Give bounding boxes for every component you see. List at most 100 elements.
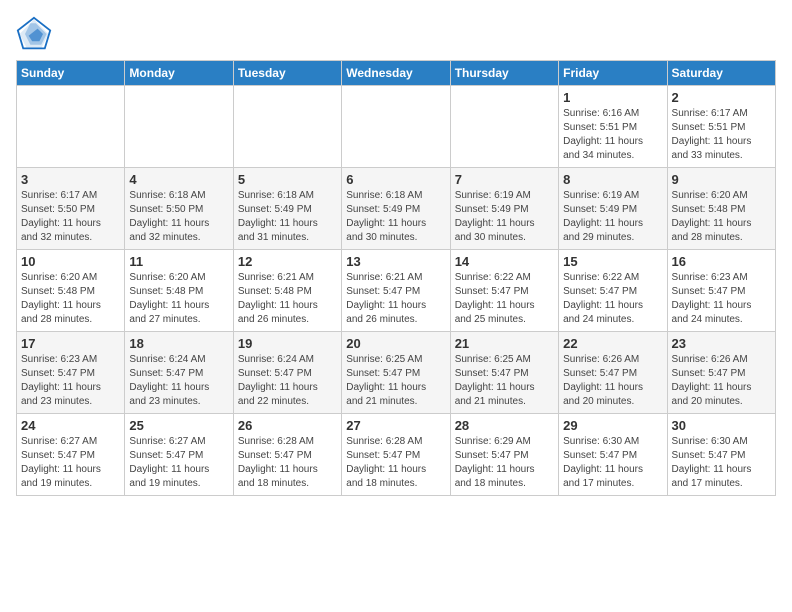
table-row: [342, 86, 450, 168]
col-header-monday: Monday: [125, 61, 233, 86]
day-number: 24: [21, 418, 120, 433]
day-number: 29: [563, 418, 662, 433]
table-row: 1 Sunrise: 6:16 AM Sunset: 5:51 PM Daylig…: [559, 86, 667, 168]
table-row: 21 Sunrise: 6:25 AM Sunset: 5:47 PM Dayli…: [450, 332, 558, 414]
day-info: Sunrise: 6:29 AM Sunset: 5:47 PM Dayligh…: [455, 435, 554, 491]
day-number: 10: [21, 254, 120, 269]
table-row: 23 Sunrise: 6:26 AM Sunset: 5:47 PM Dayli…: [667, 332, 775, 414]
day-number: 30: [672, 418, 771, 433]
table-row: 27 Sunrise: 6:28 AM Sunset: 5:47 PM Dayli…: [342, 414, 450, 496]
day-info: Sunrise: 6:21 AM Sunset: 5:48 PM Dayligh…: [238, 271, 337, 327]
col-header-thursday: Thursday: [450, 61, 558, 86]
day-info: Sunrise: 6:26 AM Sunset: 5:47 PM Dayligh…: [563, 353, 662, 409]
logo: [16, 16, 56, 52]
table-row: 8 Sunrise: 6:19 AM Sunset: 5:49 PM Daylig…: [559, 168, 667, 250]
table-row: 19 Sunrise: 6:24 AM Sunset: 5:47 PM Dayli…: [233, 332, 341, 414]
table-row: [233, 86, 341, 168]
day-number: 1: [563, 90, 662, 105]
table-row: 29 Sunrise: 6:30 AM Sunset: 5:47 PM Dayli…: [559, 414, 667, 496]
day-number: 25: [129, 418, 228, 433]
table-row: [450, 86, 558, 168]
day-info: Sunrise: 6:17 AM Sunset: 5:51 PM Dayligh…: [672, 107, 771, 163]
day-number: 2: [672, 90, 771, 105]
day-number: 23: [672, 336, 771, 351]
day-number: 7: [455, 172, 554, 187]
day-info: Sunrise: 6:24 AM Sunset: 5:47 PM Dayligh…: [238, 353, 337, 409]
day-info: Sunrise: 6:18 AM Sunset: 5:49 PM Dayligh…: [346, 189, 445, 245]
day-number: 3: [21, 172, 120, 187]
day-info: Sunrise: 6:22 AM Sunset: 5:47 PM Dayligh…: [563, 271, 662, 327]
day-info: Sunrise: 6:16 AM Sunset: 5:51 PM Dayligh…: [563, 107, 662, 163]
day-info: Sunrise: 6:26 AM Sunset: 5:47 PM Dayligh…: [672, 353, 771, 409]
day-info: Sunrise: 6:28 AM Sunset: 5:47 PM Dayligh…: [238, 435, 337, 491]
day-info: Sunrise: 6:18 AM Sunset: 5:50 PM Dayligh…: [129, 189, 228, 245]
day-number: 16: [672, 254, 771, 269]
table-row: 11 Sunrise: 6:20 AM Sunset: 5:48 PM Dayli…: [125, 250, 233, 332]
table-row: 9 Sunrise: 6:20 AM Sunset: 5:48 PM Daylig…: [667, 168, 775, 250]
calendar-table: SundayMondayTuesdayWednesdayThursdayFrid…: [16, 60, 776, 496]
day-number: 14: [455, 254, 554, 269]
table-row: 14 Sunrise: 6:22 AM Sunset: 5:47 PM Dayli…: [450, 250, 558, 332]
table-row: 17Sunrise: 6:23 AM Sunset: 5:47 PM Dayli…: [17, 332, 125, 414]
table-row: 12 Sunrise: 6:21 AM Sunset: 5:48 PM Dayli…: [233, 250, 341, 332]
table-row: 3 Sunrise: 6:17 AM Sunset: 5:50 PM Daylig…: [17, 168, 125, 250]
day-info: Sunrise: 6:23 AM Sunset: 5:47 PM Dayligh…: [21, 353, 120, 409]
table-row: [17, 86, 125, 168]
table-row: 20 Sunrise: 6:25 AM Sunset: 5:47 PM Dayli…: [342, 332, 450, 414]
table-row: 18Sunrise: 6:24 AM Sunset: 5:47 PM Dayli…: [125, 332, 233, 414]
day-number: 8: [563, 172, 662, 187]
col-header-sunday: Sunday: [17, 61, 125, 86]
day-info: Sunrise: 6:20 AM Sunset: 5:48 PM Dayligh…: [672, 189, 771, 245]
day-number: 20: [346, 336, 445, 351]
day-info: Sunrise: 6:19 AM Sunset: 5:49 PM Dayligh…: [455, 189, 554, 245]
day-number: 19: [238, 336, 337, 351]
day-info: Sunrise: 6:18 AM Sunset: 5:49 PM Dayligh…: [238, 189, 337, 245]
day-number: 26: [238, 418, 337, 433]
day-number: 4: [129, 172, 228, 187]
day-number: 27: [346, 418, 445, 433]
day-info: Sunrise: 6:27 AM Sunset: 5:47 PM Dayligh…: [21, 435, 120, 491]
table-row: 13Sunrise: 6:21 AM Sunset: 5:47 PM Dayli…: [342, 250, 450, 332]
table-row: 4 Sunrise: 6:18 AM Sunset: 5:50 PM Daylig…: [125, 168, 233, 250]
day-info: Sunrise: 6:25 AM Sunset: 5:47 PM Dayligh…: [455, 353, 554, 409]
table-row: 22 Sunrise: 6:26 AM Sunset: 5:47 PM Dayli…: [559, 332, 667, 414]
day-info: Sunrise: 6:25 AM Sunset: 5:47 PM Dayligh…: [346, 353, 445, 409]
day-info: Sunrise: 6:24 AM Sunset: 5:47 PM Dayligh…: [129, 353, 228, 409]
day-number: 15: [563, 254, 662, 269]
day-info: Sunrise: 6:20 AM Sunset: 5:48 PM Dayligh…: [21, 271, 120, 327]
day-number: 22: [563, 336, 662, 351]
table-row: 2 Sunrise: 6:17 AM Sunset: 5:51 PM Daylig…: [667, 86, 775, 168]
table-row: [125, 86, 233, 168]
table-row: 26 Sunrise: 6:28 AM Sunset: 5:47 PM Dayli…: [233, 414, 341, 496]
day-number: 21: [455, 336, 554, 351]
day-info: Sunrise: 6:17 AM Sunset: 5:50 PM Dayligh…: [21, 189, 120, 245]
table-row: 10 Sunrise: 6:20 AM Sunset: 5:48 PM Dayli…: [17, 250, 125, 332]
day-number: 9: [672, 172, 771, 187]
day-info: Sunrise: 6:28 AM Sunset: 5:47 PM Dayligh…: [346, 435, 445, 491]
day-number: 5: [238, 172, 337, 187]
table-row: 16 Sunrise: 6:23 AM Sunset: 5:47 PM Dayli…: [667, 250, 775, 332]
day-number: 13: [346, 254, 445, 269]
day-info: Sunrise: 6:22 AM Sunset: 5:47 PM Dayligh…: [455, 271, 554, 327]
table-row: 15 Sunrise: 6:22 AM Sunset: 5:47 PM Dayli…: [559, 250, 667, 332]
page-header: [16, 16, 776, 52]
table-row: 28Sunrise: 6:29 AM Sunset: 5:47 PM Dayli…: [450, 414, 558, 496]
table-row: 7 Sunrise: 6:19 AM Sunset: 5:49 PM Daylig…: [450, 168, 558, 250]
day-info: Sunrise: 6:30 AM Sunset: 5:47 PM Dayligh…: [672, 435, 771, 491]
table-row: 6 Sunrise: 6:18 AM Sunset: 5:49 PM Daylig…: [342, 168, 450, 250]
day-info: Sunrise: 6:23 AM Sunset: 5:47 PM Dayligh…: [672, 271, 771, 327]
day-info: Sunrise: 6:27 AM Sunset: 5:47 PM Dayligh…: [129, 435, 228, 491]
col-header-tuesday: Tuesday: [233, 61, 341, 86]
day-number: 6: [346, 172, 445, 187]
day-info: Sunrise: 6:20 AM Sunset: 5:48 PM Dayligh…: [129, 271, 228, 327]
day-info: Sunrise: 6:30 AM Sunset: 5:47 PM Dayligh…: [563, 435, 662, 491]
col-header-wednesday: Wednesday: [342, 61, 450, 86]
day-info: Sunrise: 6:19 AM Sunset: 5:49 PM Dayligh…: [563, 189, 662, 245]
col-header-friday: Friday: [559, 61, 667, 86]
table-row: 5 Sunrise: 6:18 AM Sunset: 5:49 PM Daylig…: [233, 168, 341, 250]
table-row: 24 Sunrise: 6:27 AM Sunset: 5:47 PM Dayli…: [17, 414, 125, 496]
table-row: 30 Sunrise: 6:30 AM Sunset: 5:47 PM Dayli…: [667, 414, 775, 496]
day-number: 12: [238, 254, 337, 269]
day-number: 11: [129, 254, 228, 269]
table-row: 25 Sunrise: 6:27 AM Sunset: 5:47 PM Dayli…: [125, 414, 233, 496]
